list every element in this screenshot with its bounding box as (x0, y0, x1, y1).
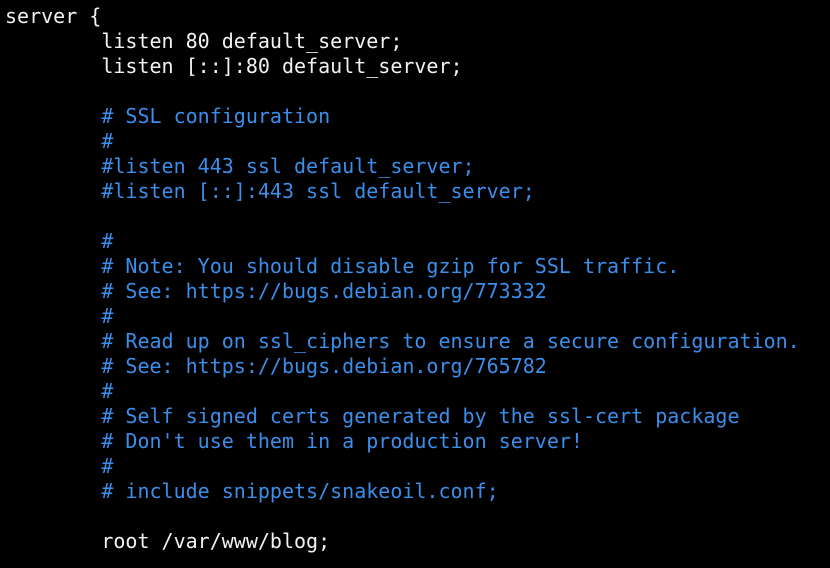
comment-line-listen-443: #listen 443 ssl default_server; (5, 154, 475, 178)
terminal-window[interactable]: server { listen 80 default_server; liste… (0, 0, 830, 568)
code-line-listen-80: listen 80 default_server; (5, 29, 403, 53)
comment-line-hash: # (5, 454, 114, 478)
code-line-server-open: server { (5, 4, 102, 28)
comment-line-hash: # (5, 304, 114, 328)
comment-line-self-signed: # Self signed certs generated by the ssl… (5, 404, 740, 428)
comment-line-listen-ipv6-443: #listen [::]:443 ssl default_server; (5, 179, 535, 203)
comment-line-bug-765782: # See: https://bugs.debian.org/765782 (5, 354, 547, 378)
comment-line-ssl-configuration: # SSL configuration (5, 104, 331, 128)
comment-line-bug-773332: # See: https://bugs.debian.org/773332 (5, 279, 547, 303)
comment-line-production-warning: # Don't use them in a production server! (5, 429, 583, 453)
comment-line-hash: # (5, 229, 114, 253)
comment-line-include-snakeoil: # include snippets/snakeoil.conf; (5, 479, 499, 503)
code-line-listen-ipv6-80: listen [::]:80 default_server; (5, 54, 463, 78)
code-line-root: root /var/www/blog; (5, 529, 331, 553)
comment-line-hash: # (5, 129, 114, 153)
comment-line-gzip-note: # Note: You should disable gzip for SSL … (5, 254, 680, 278)
comment-line-hash: # (5, 379, 114, 403)
comment-line-ssl-ciphers: # Read up on ssl_ciphers to ensure a sec… (5, 329, 800, 353)
